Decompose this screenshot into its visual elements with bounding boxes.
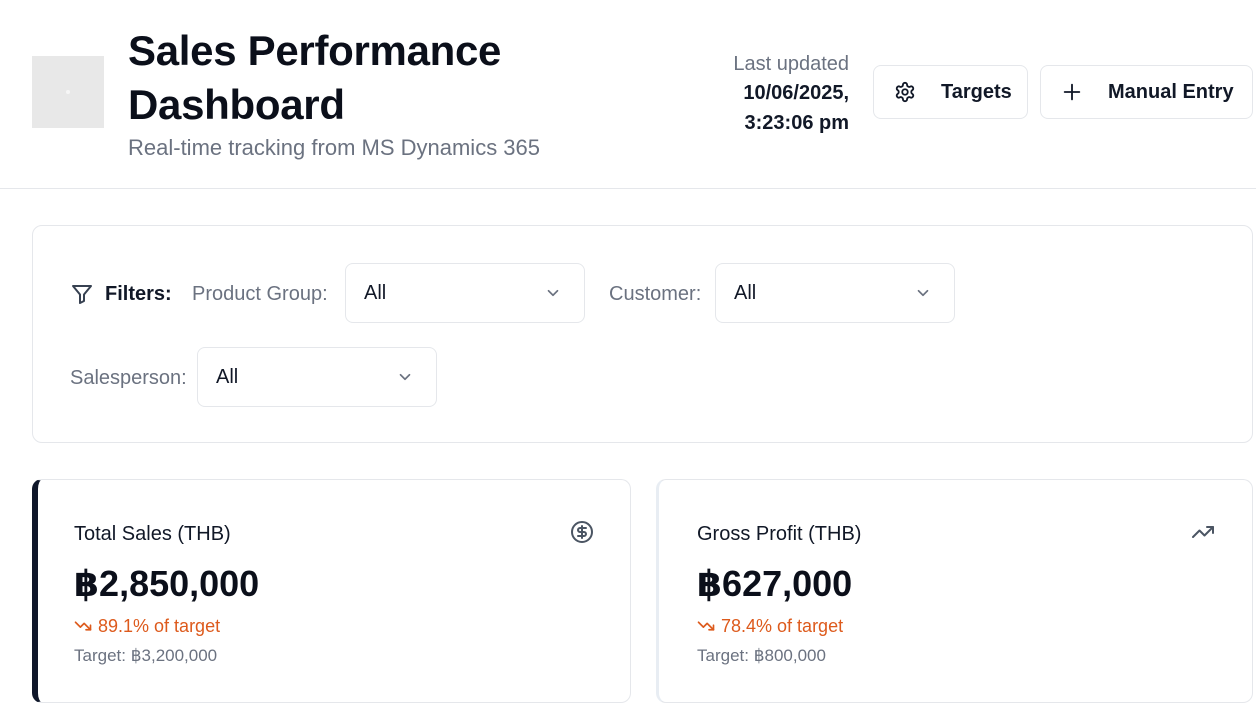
filters-panel: Filters: Product Group: All Customer: Al… xyxy=(32,225,1253,443)
filters-title: Filters: xyxy=(105,283,172,305)
kpi-target: Target: ฿800,000 xyxy=(697,646,826,665)
trending-up-icon xyxy=(1192,526,1214,538)
dollar-circle-icon xyxy=(571,521,593,543)
filter-icon xyxy=(72,285,92,304)
salesperson-value: All xyxy=(216,365,239,388)
kpi-value: ฿627,000 xyxy=(697,563,853,604)
kpi-target: Target: ฿3,200,000 xyxy=(74,646,218,665)
trending-down-icon xyxy=(697,621,715,631)
targets-button[interactable]: Targets xyxy=(873,65,1028,119)
kpi-value: ฿2,850,000 xyxy=(74,563,260,604)
chevron-down-icon xyxy=(399,373,411,381)
page-title: Sales Performance Dashboard xyxy=(128,27,502,128)
trending-down-icon xyxy=(74,621,92,631)
kpi-trend: 78.4% of target xyxy=(697,614,843,638)
chevron-down-icon xyxy=(917,289,929,297)
targets-button-label: Targets xyxy=(941,80,1012,103)
kpi-trend-text: 78.4% of target xyxy=(721,616,844,636)
manual-entry-button-label: Manual Entry xyxy=(1108,80,1234,103)
kpi-title: Total Sales (THB) xyxy=(74,523,231,545)
last-updated-value: 10/06/2025, 3:23:06 pm xyxy=(743,82,849,134)
salesperson-select[interactable]: All xyxy=(197,347,437,407)
manual-entry-button[interactable]: Manual Entry xyxy=(1040,65,1253,119)
kpi-trend-text: 89.1% of target xyxy=(98,616,221,636)
customer-select[interactable]: All xyxy=(715,263,955,323)
chevron-down-icon xyxy=(547,289,559,297)
kpi-trend: 89.1% of target xyxy=(74,614,220,638)
gear-icon xyxy=(895,81,915,103)
kpi-card-gross-profit: Gross Profit (THB) ฿627,000 78.4% of tar… xyxy=(656,479,1253,703)
customer-label: Customer: xyxy=(609,283,702,305)
page-subtitle: Real-time tracking from MS Dynamics 365 xyxy=(128,135,541,160)
product-group-select[interactable]: All xyxy=(345,263,585,323)
customer-value: All xyxy=(734,281,757,304)
product-group-value: All xyxy=(364,281,387,304)
salesperson-label: Salesperson: xyxy=(70,367,187,389)
last-updated-label: Last updated xyxy=(733,53,849,75)
logo-placeholder xyxy=(32,56,104,128)
kpi-title: Gross Profit (THB) xyxy=(697,523,862,545)
kpi-card-total-sales: Total Sales (THB) ฿2,850,000 89.1% of ta… xyxy=(32,479,631,703)
header: Sales Performance Dashboard Real-time tr… xyxy=(0,0,1256,189)
last-updated: Last updated 10/06/2025, 3:23:06 pm xyxy=(719,50,849,138)
product-group-label: Product Group: xyxy=(192,283,328,305)
plus-icon xyxy=(1063,83,1081,101)
